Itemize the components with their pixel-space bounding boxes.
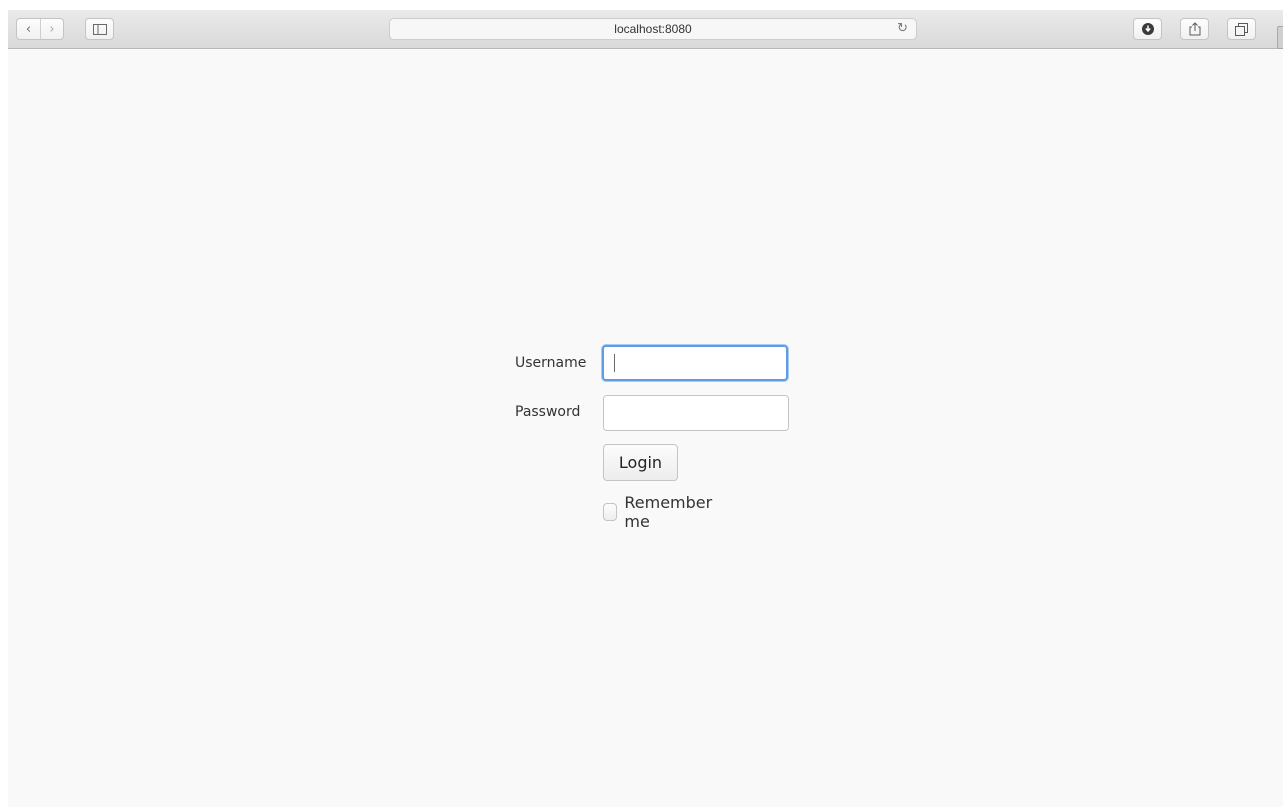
address-bar[interactable]: localhost:8080 ↻ [389, 18, 917, 40]
reload-icon[interactable]: ↻ [897, 21, 908, 36]
tabs-icon [1235, 22, 1248, 36]
remember-checkbox[interactable] [603, 503, 618, 521]
remember-label: Remember me [624, 493, 713, 531]
browser-toolbar: ‹ › localhost:8080 ↻ [8, 10, 1283, 49]
chevron-left-icon: ‹ [25, 21, 32, 37]
sidebar-button[interactable] [85, 18, 114, 40]
username-field[interactable] [602, 345, 788, 381]
password-field[interactable] [603, 395, 789, 431]
remember-me[interactable]: Remember me [603, 493, 716, 531]
tabs-button[interactable] [1227, 18, 1256, 40]
login-button[interactable]: Login [603, 444, 678, 481]
back-button[interactable]: ‹ [17, 19, 40, 39]
password-label: Password [515, 404, 581, 420]
downloads-button[interactable] [1133, 18, 1162, 40]
share-icon [1189, 22, 1200, 36]
nav-buttons: ‹ › [16, 18, 64, 40]
browser-window: ‹ › localhost:8080 ↻ Username Password L… [8, 10, 1283, 807]
share-button[interactable] [1180, 18, 1209, 40]
text-caret [614, 354, 615, 372]
username-label: Username [515, 355, 587, 371]
address-url: localhost:8080 [614, 22, 692, 36]
forward-button[interactable]: › [40, 19, 63, 39]
download-icon [1141, 23, 1154, 35]
sidebar-icon [92, 23, 107, 35]
window-edge-tab [1277, 26, 1283, 49]
chevron-right-icon: › [49, 21, 55, 37]
